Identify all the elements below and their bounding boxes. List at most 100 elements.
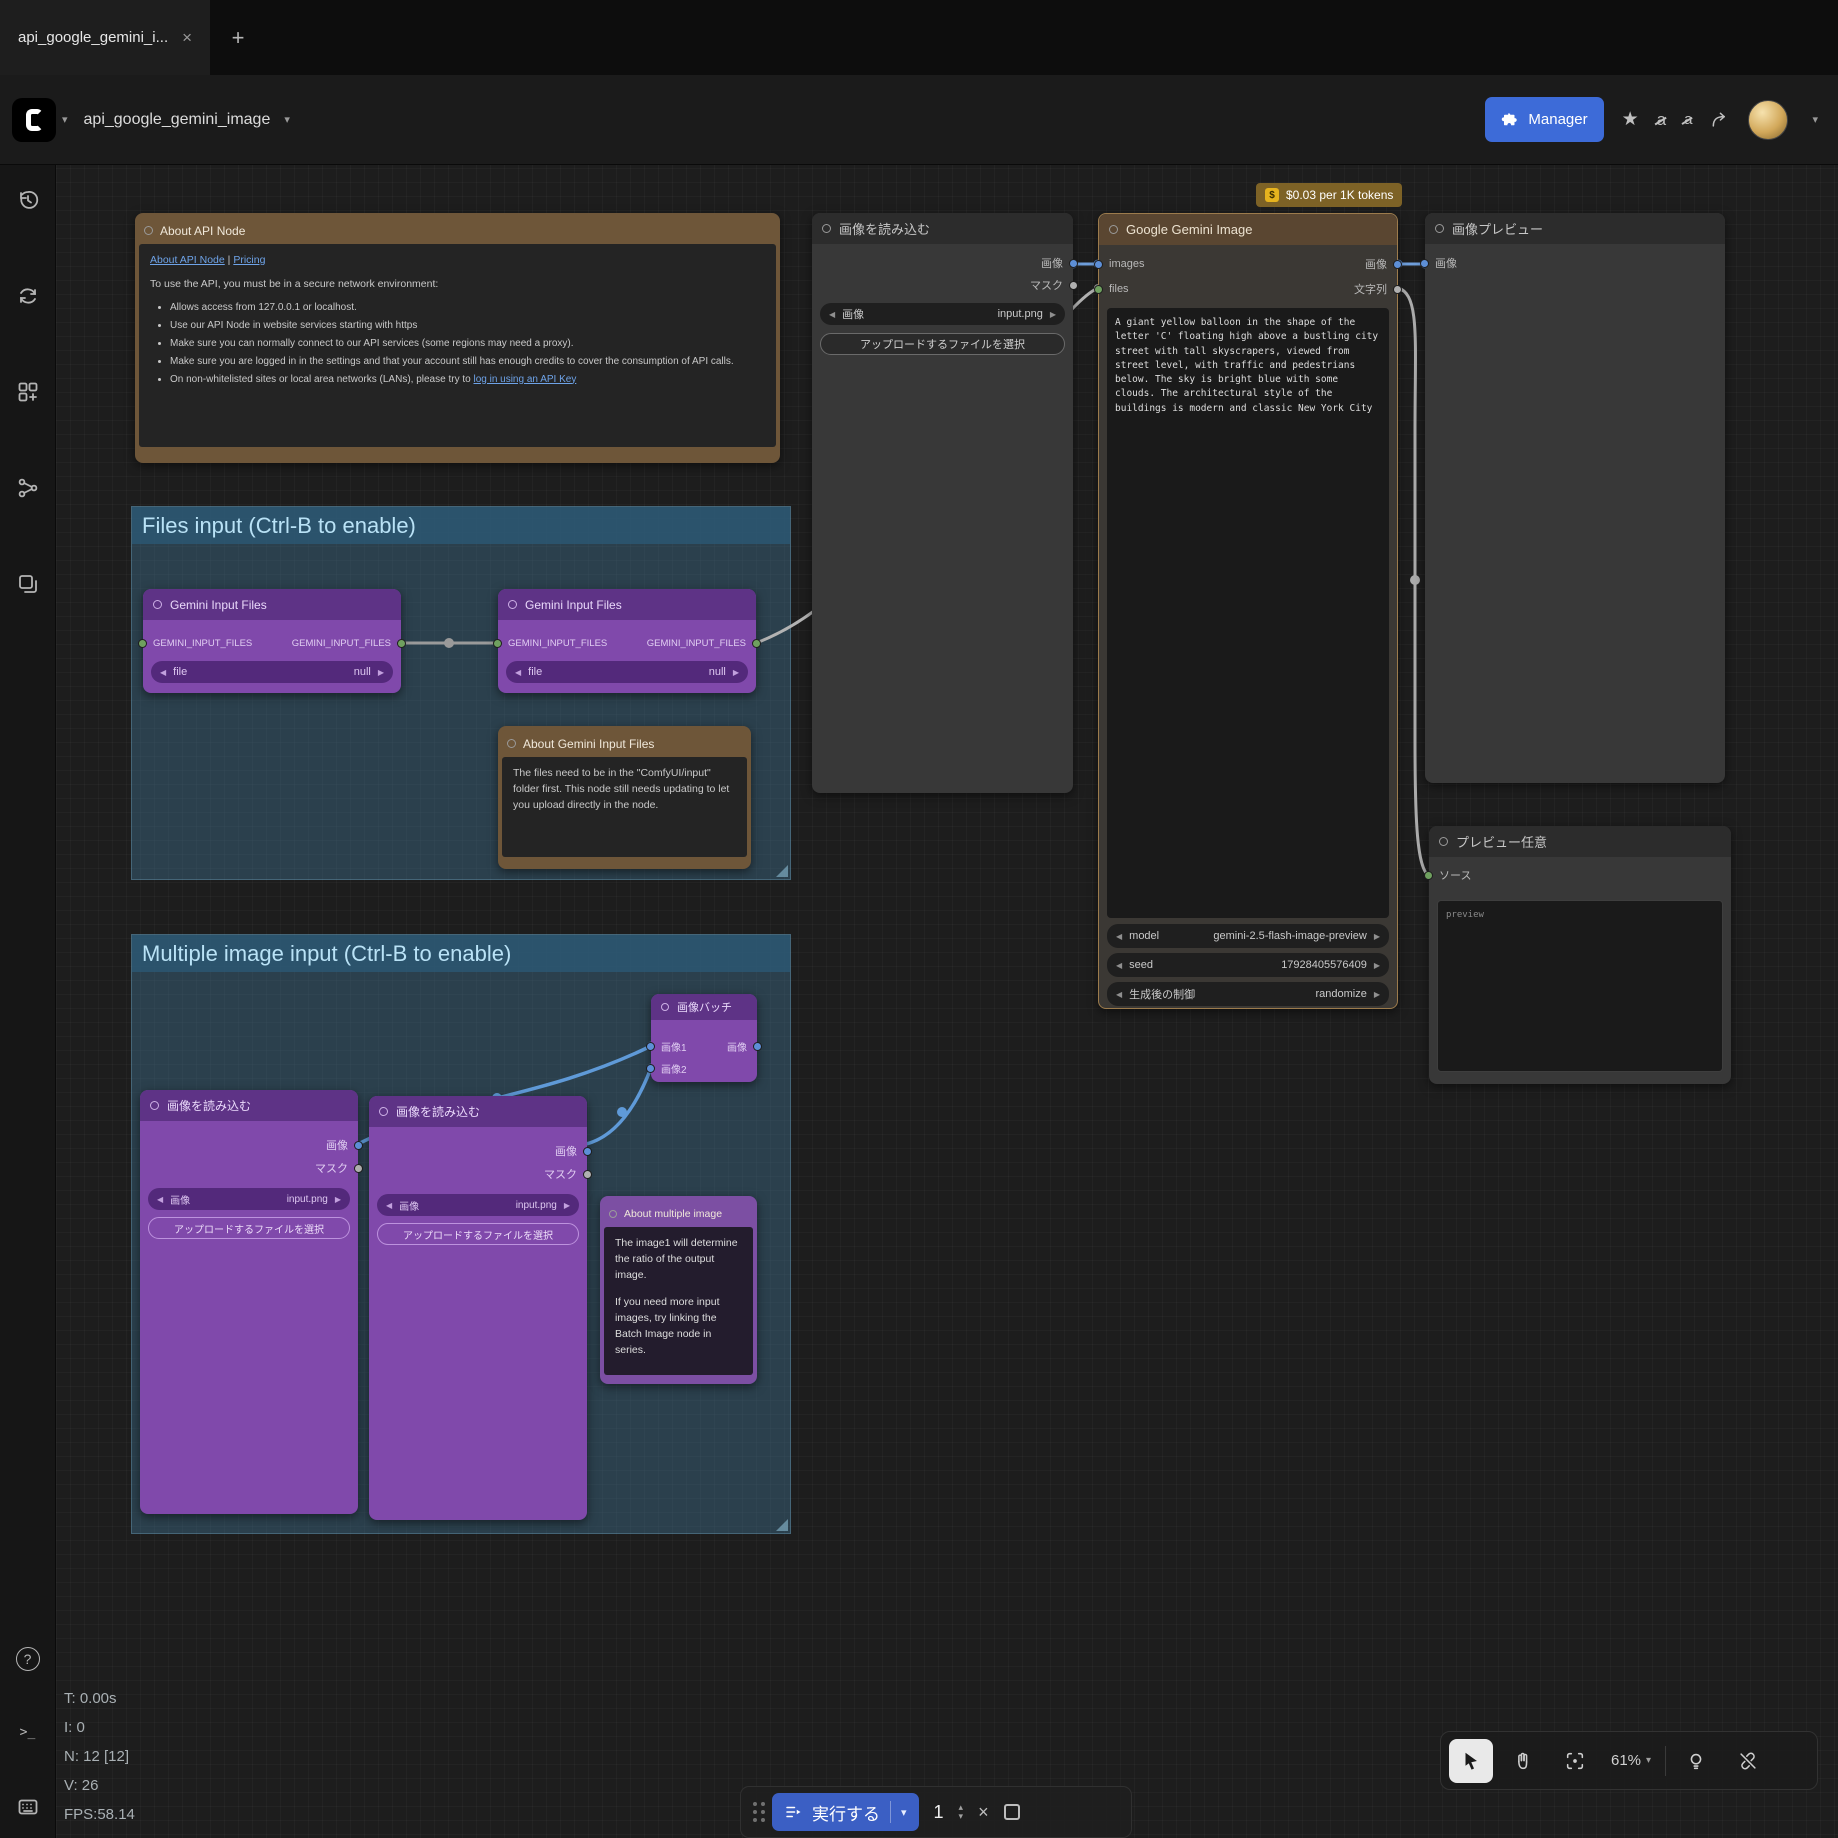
output-port-mask[interactable]: マスク	[315, 1160, 363, 1176]
output-port-image[interactable]: 画像	[326, 1137, 363, 1153]
input-port-image2[interactable]: 画像2	[646, 1060, 687, 1076]
decrement-icon[interactable]: ◀	[1116, 961, 1122, 970]
upload-file-button[interactable]: アップロードするファイルを選択	[377, 1223, 579, 1245]
output-port-image[interactable]: 画像	[555, 1143, 592, 1159]
queue-icon[interactable]	[15, 283, 41, 309]
input-port-image1[interactable]: 画像1	[646, 1038, 687, 1054]
pricing-link[interactable]: Pricing	[233, 254, 265, 266]
manager-button[interactable]: Manager	[1485, 97, 1604, 142]
upload-file-button[interactable]: アップロードするファイルを選択	[820, 333, 1065, 355]
history-icon[interactable]	[15, 187, 41, 213]
input-port-gemini-files[interactable]: GEMINI_INPUT_FILES	[493, 635, 607, 651]
input-port-gemini-files[interactable]: GEMINI_INPUT_FILES	[138, 635, 252, 651]
image-file-widget[interactable]: ◀ 画像 input.png ▶	[377, 1194, 579, 1216]
collapse-dot-icon[interactable]	[379, 1107, 388, 1116]
close-tab-icon[interactable]: ×	[182, 28, 192, 48]
control-after-generate-widget[interactable]: ◀ 生成後の制御 randomize ▶	[1107, 982, 1389, 1006]
share-icon[interactable]	[1710, 110, 1730, 130]
pan-tool-button[interactable]	[1501, 1739, 1545, 1783]
comfyui-logo[interactable]	[12, 97, 56, 142]
translate-toggle-icon-small[interactable]: a	[1684, 111, 1692, 128]
model-widget[interactable]: ◀ model gemini-2.5-flash-image-preview ▶	[1107, 924, 1389, 948]
collapse-dot-icon[interactable]	[1439, 837, 1448, 846]
output-port-image[interactable]: 画像	[1365, 256, 1402, 272]
group-title[interactable]: Files input (Ctrl-B to enable)	[132, 507, 790, 544]
help-icon[interactable]: ?	[15, 1647, 40, 1671]
output-port-gemini-files[interactable]: GEMINI_INPUT_FILES	[292, 635, 406, 651]
input-port-image[interactable]: 画像	[1420, 255, 1457, 271]
input-port-images[interactable]: images	[1094, 256, 1144, 272]
increment-icon[interactable]: ▶	[1374, 961, 1380, 970]
prompt-textarea[interactable]: A giant yellow balloon in the shape of t…	[1107, 308, 1389, 918]
node-gemini-input-files-1[interactable]: Gemini Input Files GEMINI_INPUT_FILES GE…	[138, 589, 406, 693]
translate-toggle-icon[interactable]: a	[1657, 110, 1666, 130]
output-port-string[interactable]: 文字列	[1354, 281, 1402, 297]
select-tool-button[interactable]	[1449, 1738, 1493, 1783]
node-library-icon[interactable]	[15, 379, 41, 405]
toggle-links-button[interactable]	[1726, 1739, 1770, 1783]
increment-icon[interactable]: ▶	[1374, 990, 1380, 999]
stop-icon[interactable]	[1003, 1804, 1020, 1820]
increment-icon[interactable]: ▶	[378, 668, 384, 677]
terminal-icon[interactable]: >_	[20, 1725, 36, 1740]
decrement-icon[interactable]: ▾	[959, 1812, 964, 1821]
workflow-title-menu[interactable]: api_google_gemini_image ▾	[84, 111, 296, 129]
decrement-icon[interactable]: ◀	[829, 310, 835, 319]
collapse-dot-icon[interactable]	[822, 224, 831, 233]
input-port-files[interactable]: files	[1094, 281, 1129, 297]
node-preview-image[interactable]: 画像プレビュー 画像	[1420, 213, 1725, 783]
increment-icon[interactable]: ▶	[1050, 310, 1056, 319]
batch-count-value[interactable]: 1	[934, 1802, 944, 1823]
increment-icon[interactable]: ▶	[1374, 932, 1380, 941]
image-file-widget[interactable]: ◀ 画像 input.png ▶	[148, 1188, 350, 1210]
output-port-mask[interactable]: マスク	[1030, 277, 1078, 293]
increment-icon[interactable]: ▶	[335, 1195, 341, 1204]
logo-menu-chevron-icon[interactable]: ▾	[62, 113, 68, 126]
workflows-icon[interactable]	[15, 571, 41, 597]
collapse-dot-icon[interactable]	[153, 600, 162, 609]
decrement-icon[interactable]: ◀	[160, 668, 166, 677]
user-avatar[interactable]	[1748, 99, 1789, 140]
run-options-chevron-icon[interactable]: ▾	[901, 1806, 907, 1819]
decrement-icon[interactable]: ◀	[515, 668, 521, 677]
group-title[interactable]: Multiple image input (Ctrl-B to enable)	[132, 935, 790, 972]
node-image-batch[interactable]: 画像バッチ 画像1 画像2 画像	[646, 994, 762, 1082]
output-port-image[interactable]: 画像	[1041, 255, 1078, 271]
node-gemini-input-files-2[interactable]: Gemini Input Files GEMINI_INPUT_FILES GE…	[493, 589, 761, 693]
output-port-image[interactable]: 画像	[727, 1038, 762, 1054]
output-port-mask[interactable]: マスク	[544, 1166, 592, 1182]
zoom-level-dropdown[interactable]: 61% ▾	[1605, 1752, 1657, 1769]
decrement-icon[interactable]: ◀	[386, 1201, 392, 1210]
node-google-gemini-image[interactable]: Google Gemini Image images files 画像 文字列 …	[1094, 213, 1402, 1009]
cancel-run-icon[interactable]: ×	[978, 1802, 989, 1823]
collapse-dot-icon[interactable]	[150, 1101, 159, 1110]
decrement-icon[interactable]: ◀	[1116, 990, 1122, 999]
node-load-image-b[interactable]: 画像を読み込む 画像 マスク ◀ 画像 input.png ▶ アップロードする…	[369, 1096, 592, 1520]
bottom-panel-icon[interactable]	[15, 1794, 41, 1820]
file-widget[interactable]: ◀ file null ▶	[506, 661, 748, 683]
about-api-link[interactable]: About API Node	[150, 254, 225, 266]
model-library-icon[interactable]	[15, 475, 41, 501]
collapse-dot-icon[interactable]	[609, 1209, 617, 1218]
collapse-dot-icon[interactable]	[661, 1003, 669, 1011]
node-load-image[interactable]: 画像を読み込む 画像 マスク ◀ 画像 input.png ▶ アップロードする…	[812, 213, 1078, 793]
input-port-source[interactable]: ソース	[1424, 867, 1471, 883]
fit-view-button[interactable]	[1553, 1739, 1597, 1783]
account-chevron-icon[interactable]: ▾	[1812, 113, 1818, 126]
file-widget[interactable]: ◀ file null ▶	[151, 661, 393, 683]
collapse-dot-icon[interactable]	[1435, 224, 1444, 233]
decrement-icon[interactable]: ◀	[157, 1195, 163, 1204]
increment-icon[interactable]: ▶	[733, 668, 739, 677]
toggle-theme-button[interactable]	[1674, 1739, 1718, 1783]
workflow-tab[interactable]: api_google_gemini_i... ×	[0, 0, 211, 75]
collapse-dot-icon[interactable]	[1109, 225, 1118, 234]
collapse-dot-icon[interactable]	[508, 600, 517, 609]
seed-widget[interactable]: ◀ seed 17928405576409 ▶	[1107, 953, 1389, 977]
batch-count-stepper[interactable]: ▴ ▾	[959, 1803, 964, 1821]
favorite-star-icon[interactable]: ★	[1622, 108, 1639, 131]
drag-handle-icon[interactable]	[753, 1802, 757, 1806]
decrement-icon[interactable]: ◀	[1116, 932, 1122, 941]
node-preview-any[interactable]: プレビュー任意 ソース preview	[1424, 826, 1731, 1084]
node-load-image-a[interactable]: 画像を読み込む 画像 マスク ◀ 画像 input.png ▶ アップロードする…	[140, 1090, 363, 1514]
run-button[interactable]: 実行する ▾	[772, 1793, 919, 1831]
